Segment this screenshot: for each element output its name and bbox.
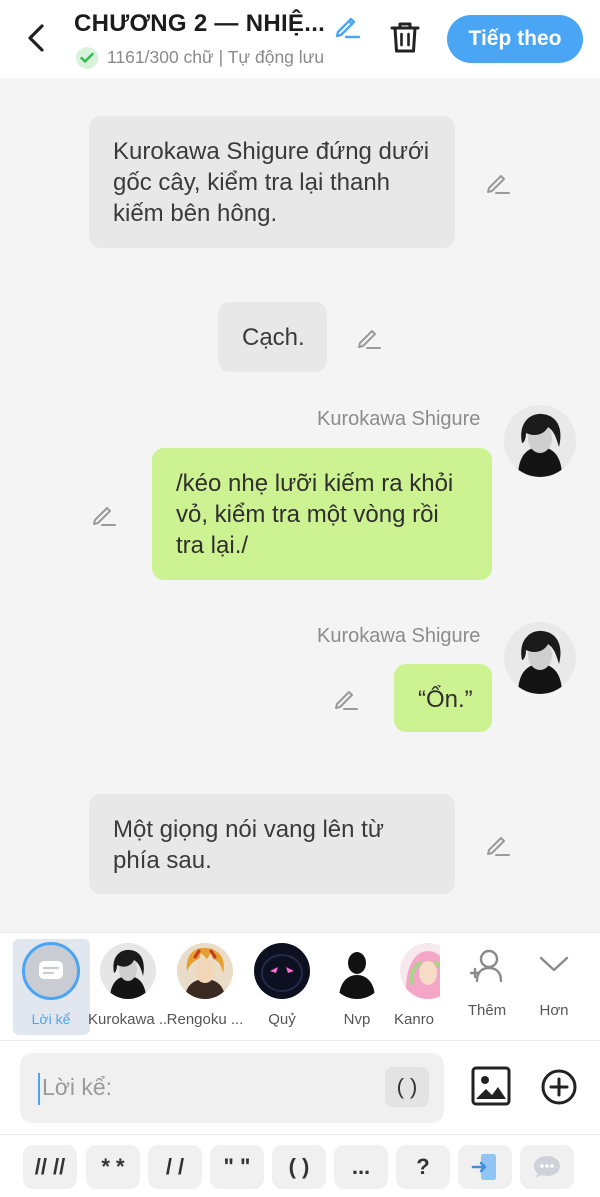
character-narrator[interactable]: Lời kể — [11, 933, 91, 1033]
dialogue-bubble[interactable]: “Ổn.” — [394, 664, 492, 732]
image-icon — [471, 1066, 511, 1106]
symbol-slash-button[interactable]: / / — [148, 1145, 202, 1189]
avatar-image — [329, 943, 385, 999]
chapter-title[interactable]: CHƯƠNG 2 — NHIỆ... — [74, 10, 325, 38]
plus-circle-icon — [541, 1069, 577, 1105]
character-avatar — [177, 943, 233, 999]
avatar-image — [400, 943, 440, 999]
symbol-question-button[interactable]: ? — [396, 1145, 450, 1189]
speaker-name: Kurokawa Shigure — [317, 625, 481, 647]
narration-bubble[interactable]: Kurokawa Shigure đứng dưới gốc cây, kiểm… — [89, 116, 455, 248]
avatar-image — [177, 943, 233, 999]
character-rengoku[interactable]: Rengoku ... — [165, 933, 245, 1033]
chevron-down-icon — [539, 956, 569, 972]
symbol-double-slash-button[interactable]: // // — [23, 1145, 77, 1189]
parentheses-button[interactable]: ( ) — [385, 1067, 429, 1107]
edit-pencil-icon[interactable] — [332, 684, 360, 712]
symbol-shortcut-bar: // // * * / / " " ( ) ... ? — [0, 1134, 600, 1197]
character-selector-bar: Lời kể Kurokawa ... Rengoku ... Quỷ Nvp … — [0, 932, 600, 1040]
character-kanro[interactable]: Kanro — [386, 933, 440, 1033]
avatar-image — [504, 622, 576, 694]
character-quy[interactable]: Quỷ — [242, 933, 322, 1033]
avatar-image — [100, 943, 156, 999]
character-label: Nvp — [343, 1011, 371, 1028]
character-kurokawa[interactable]: Kurokawa ... — [88, 933, 168, 1033]
composer-bar: Lời kể: ( ) — [0, 1040, 600, 1134]
chat-bubble-icon — [534, 1156, 560, 1178]
edit-pencil-icon[interactable] — [484, 830, 512, 858]
character-nvp[interactable]: Nvp — [317, 933, 397, 1033]
character-label: Kurokawa ... — [88, 1011, 168, 1028]
symbol-paren-button[interactable]: ( ) — [272, 1145, 326, 1189]
character-avatar — [400, 943, 440, 999]
character-avatar[interactable] — [504, 405, 576, 477]
speaker-name: Kurokawa Shigure — [317, 408, 481, 430]
character-label: Thêm — [467, 1002, 507, 1019]
more-options-button[interactable] — [540, 1068, 578, 1106]
back-button[interactable] — [22, 20, 54, 56]
edit-pencil-icon[interactable] — [484, 168, 512, 196]
symbol-asterisk-button[interactable]: * * — [86, 1145, 140, 1189]
phone-transfer-icon — [471, 1154, 496, 1180]
narration-bubble[interactable]: Một giọng nói vang lên từ phía sau. — [89, 794, 455, 894]
trash-icon — [390, 22, 420, 53]
character-label: Rengoku ... — [166, 1011, 244, 1028]
add-character-button[interactable]: Thêm — [450, 933, 524, 1033]
character-label: Quỷ — [268, 1011, 296, 1028]
chat-bubble-button[interactable] — [520, 1145, 574, 1189]
character-avatar — [100, 943, 156, 999]
character-avatar[interactable] — [504, 622, 576, 694]
delete-button[interactable] — [388, 20, 422, 56]
edit-pencil-icon[interactable] — [90, 500, 118, 528]
pencil-icon — [335, 17, 361, 39]
saved-check-icon — [76, 47, 98, 69]
back-arrow-icon — [28, 24, 44, 52]
text-caret — [38, 1073, 40, 1105]
narration-icon — [39, 961, 63, 979]
character-label: Hơn — [539, 1002, 569, 1019]
avatar-image — [254, 943, 310, 999]
symbol-quote-button[interactable]: " " — [210, 1145, 264, 1189]
top-bar: CHƯƠNG 2 — NHIỆ... 1161/300 chữ | Tự độn… — [0, 0, 600, 78]
character-label: Kanro — [394, 1011, 435, 1028]
word-count-status: 1161/300 chữ | Tự động lưu — [107, 47, 325, 67]
character-label: Lời kể — [31, 1011, 71, 1027]
narrator-avatar — [22, 942, 80, 1000]
edit-title-button[interactable] — [332, 10, 362, 40]
dialogue-bubble[interactable]: /kéo nhẹ lưỡi kiếm ra khỏi vỏ, kiểm tra … — [152, 448, 492, 580]
edit-pencil-icon[interactable] — [355, 323, 383, 351]
message-input[interactable]: Lời kể: ( ) — [20, 1053, 444, 1123]
insert-image-button[interactable] — [470, 1065, 512, 1107]
input-placeholder: Lời kể: — [42, 1074, 113, 1100]
character-avatar — [254, 943, 310, 999]
add-person-icon — [469, 949, 503, 983]
narration-bubble[interactable]: Cạch. — [218, 302, 327, 372]
more-characters-button[interactable]: Hơn — [518, 933, 590, 1033]
character-avatar — [329, 943, 385, 999]
avatar-image — [504, 405, 576, 477]
symbol-ellipsis-button[interactable]: ... — [334, 1145, 388, 1189]
next-button[interactable]: Tiếp theo — [447, 15, 583, 63]
phone-transfer-button[interactable] — [458, 1145, 512, 1189]
